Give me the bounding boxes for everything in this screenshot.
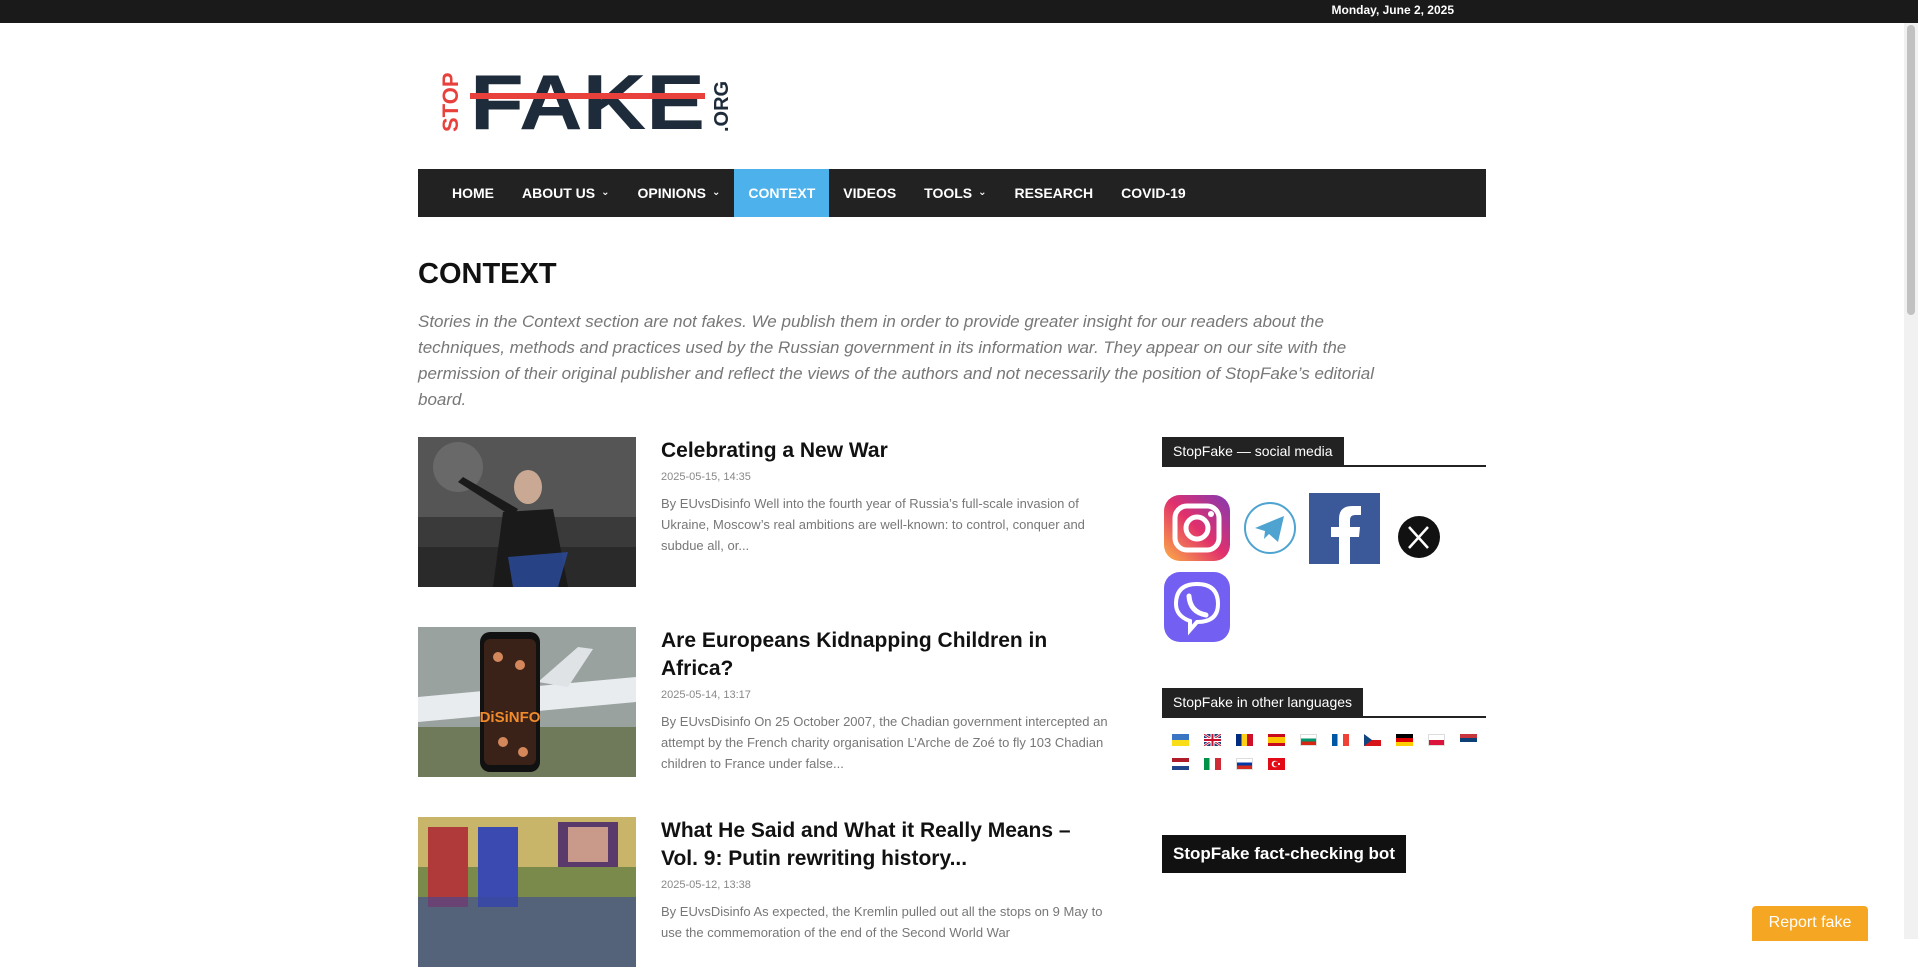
main-navigation: HOME ABOUT US ⌄ OPINIONS ⌄ CONTEXT VIDEOS …: [418, 169, 1486, 217]
nav-tools[interactable]: TOOLS ⌄: [910, 169, 1000, 217]
article-title[interactable]: What He Said and What it Really Means – …: [661, 817, 1111, 873]
logo-org-text: .ORG: [711, 81, 733, 132]
logo-stop-text: STOP: [440, 72, 463, 132]
flag-netherlands-icon[interactable]: [1172, 758, 1189, 770]
article-thumbnail[interactable]: [418, 817, 636, 967]
flag-germany-icon[interactable]: [1396, 734, 1413, 746]
top-bar: Monday, June 2, 2025: [0, 0, 1918, 23]
language-flags: [1172, 734, 1482, 770]
flag-poland-icon[interactable]: [1428, 734, 1445, 746]
flag-united-kingdom-icon[interactable]: [1204, 734, 1221, 746]
flag-ukraine-icon[interactable]: [1172, 734, 1189, 746]
article-thumbnail[interactable]: DiSiNFO: [418, 627, 636, 777]
current-date: Monday, June 2, 2025: [1331, 3, 1455, 17]
article-title[interactable]: Celebrating a New War: [661, 437, 1111, 465]
flag-romania-icon[interactable]: [1236, 734, 1253, 746]
nav-research[interactable]: RESEARCH: [1001, 169, 1108, 217]
social-media-widget-title: StopFake — social media: [1162, 437, 1486, 467]
x-icon[interactable]: [1398, 516, 1440, 558]
flag-serbia-icon[interactable]: [1460, 734, 1477, 746]
flag-spain-icon[interactable]: [1268, 734, 1285, 746]
article-excerpt: By EUvsDisinfo As expected, the Kremlin …: [661, 904, 1103, 940]
chevron-down-icon: ⌄: [978, 187, 987, 198]
fact-checking-bot-title[interactable]: StopFake fact-checking bot: [1162, 835, 1406, 873]
flag-france-icon[interactable]: [1332, 734, 1349, 746]
telegram-icon[interactable]: [1244, 502, 1296, 554]
article-date: 2025-05-14, 13:17: [661, 689, 751, 701]
article-excerpt: By EUvsDisinfo Well into the fourth year…: [661, 496, 1085, 553]
nav-home[interactable]: HOME: [438, 169, 508, 217]
article-title[interactable]: Are Europeans Kidnapping Children in Afr…: [661, 627, 1111, 683]
vertical-scrollbar[interactable]: [1904, 23, 1918, 939]
flag-russia-icon[interactable]: [1236, 758, 1253, 770]
thumbnail-text: DiSiNFO: [480, 709, 541, 726]
article-excerpt: By EUvsDisinfo On 25 October 2007, the C…: [661, 714, 1108, 771]
facebook-icon[interactable]: [1309, 493, 1380, 564]
report-fake-button[interactable]: Report fake: [1752, 906, 1868, 941]
chevron-down-icon: ⌄: [601, 187, 610, 198]
site-logo[interactable]: STOP FAKE .ORG: [438, 55, 740, 146]
chevron-down-icon: ⌄: [711, 187, 721, 198]
flag-italy-icon[interactable]: [1204, 758, 1221, 770]
nav-covid-19[interactable]: COVID-19: [1107, 169, 1200, 217]
section-intro: Stories in the Context section are not f…: [418, 312, 1374, 409]
flag-czech-icon[interactable]: [1364, 734, 1381, 746]
instagram-icon[interactable]: [1164, 495, 1230, 561]
flag-bulgaria-icon[interactable]: [1300, 734, 1317, 746]
article-date: 2025-05-15, 14:35: [661, 471, 751, 483]
nav-opinions[interactable]: OPINIONS ⌄: [624, 169, 735, 217]
nav-about-us[interactable]: ABOUT US ⌄: [508, 169, 624, 217]
nav-context[interactable]: CONTEXT: [734, 169, 830, 217]
social-icons: [1162, 492, 1452, 652]
scrollbar-thumb[interactable]: [1907, 25, 1915, 315]
viber-icon[interactable]: [1164, 572, 1230, 642]
article-thumbnail[interactable]: [418, 437, 636, 587]
languages-widget-title: StopFake in other languages: [1162, 688, 1486, 718]
nav-videos[interactable]: VIDEOS: [829, 169, 910, 217]
article-date: 2025-05-12, 13:38: [661, 879, 751, 891]
flag-turkey-icon[interactable]: [1268, 758, 1285, 770]
page-title: CONTEXT: [418, 258, 557, 290]
